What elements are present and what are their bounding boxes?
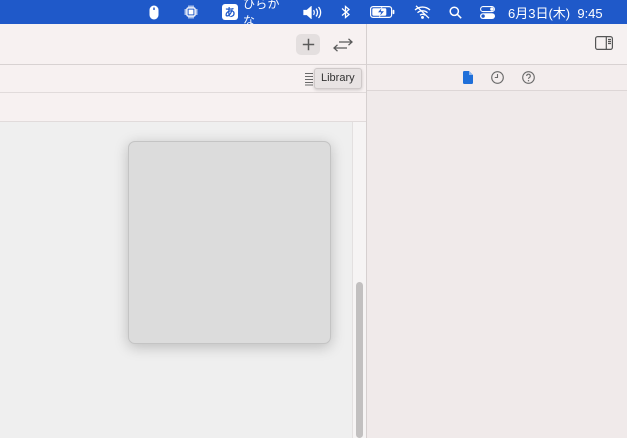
sidebar-right-icon xyxy=(595,36,613,51)
help-inspector-icon xyxy=(521,70,535,84)
window-toolbar xyxy=(0,24,366,65)
volume-icon[interactable] xyxy=(302,0,322,24)
editor-options-bar xyxy=(0,65,366,93)
list-icon xyxy=(305,72,313,86)
inspector-tab-bar xyxy=(367,65,627,91)
input-source-icon[interactable]: あ xyxy=(222,0,238,24)
swap-editors-button[interactable] xyxy=(331,34,355,55)
editor-options-button[interactable] xyxy=(305,72,313,91)
bluetooth-icon[interactable] xyxy=(339,0,351,24)
battery-icon[interactable] xyxy=(369,0,395,24)
interface-builder-canvas[interactable] xyxy=(0,122,352,438)
inspector-toolbar xyxy=(367,24,627,65)
add-library-button[interactable] xyxy=(296,34,320,55)
history-inspector-icon xyxy=(490,70,504,84)
editor-pane: Library xyxy=(0,24,367,438)
scrollbar-thumb[interactable] xyxy=(356,282,363,438)
file-inspector-icon xyxy=(463,70,473,84)
tab-history-inspector[interactable] xyxy=(490,70,504,84)
swap-arrows-icon xyxy=(333,37,353,52)
vertical-scrollbar[interactable] xyxy=(352,122,367,438)
library-tooltip: Library xyxy=(314,68,362,89)
ime-glyph: あ xyxy=(222,4,238,20)
cpu-icon[interactable] xyxy=(182,0,200,24)
inspector-pane xyxy=(367,24,627,438)
tab-help-inspector[interactable] xyxy=(521,70,535,84)
plus-icon xyxy=(302,38,314,51)
mouse-icon[interactable] xyxy=(146,0,162,24)
view-placeholder[interactable] xyxy=(128,141,331,344)
spotlight-icon[interactable] xyxy=(447,0,463,24)
menu-bar: あ ひらがな 6月3日(木) 9:45 xyxy=(0,0,627,28)
control-center-icon[interactable] xyxy=(478,0,496,24)
clock[interactable]: 6月3日(木) 9:45 xyxy=(508,0,612,24)
wifi-off-icon[interactable] xyxy=(412,0,432,24)
jump-bar xyxy=(0,93,366,122)
toggle-inspector-button[interactable] xyxy=(595,36,613,55)
input-source-label[interactable]: ひらがな xyxy=(243,0,285,28)
tab-file-inspector[interactable] xyxy=(461,70,475,84)
